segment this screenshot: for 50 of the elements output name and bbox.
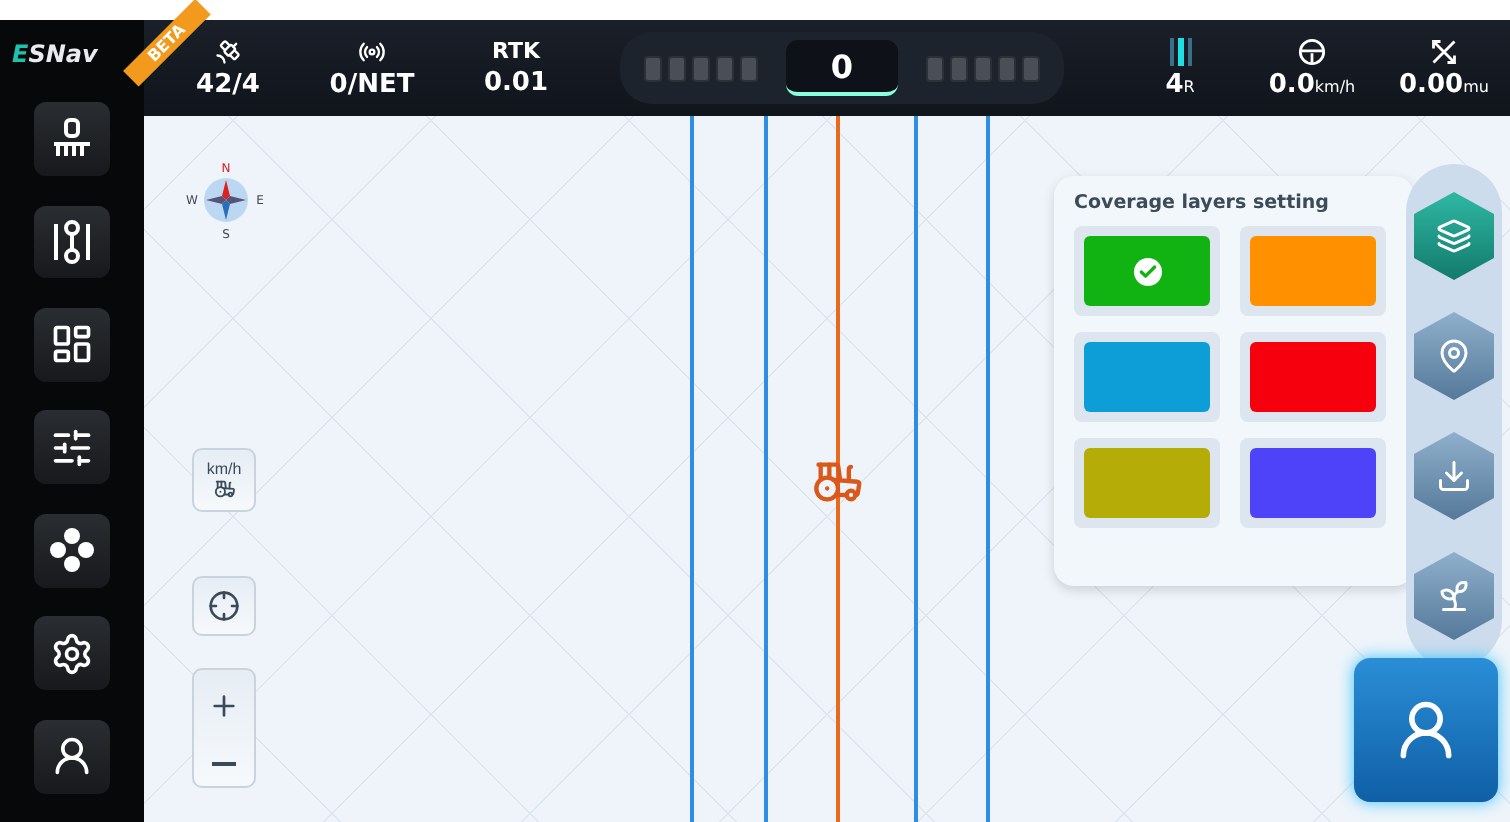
panel-layout-icon [50, 322, 94, 367]
led-indicator [668, 55, 686, 81]
sliders-icon [50, 425, 94, 470]
sidebar-button[interactable] [34, 307, 110, 382]
minus-icon [212, 762, 236, 766]
status-label: RTK [491, 38, 540, 64]
led-indicator [950, 55, 968, 81]
zoom-in-button[interactable] [208, 690, 240, 722]
tool-button[interactable] [1414, 552, 1494, 640]
sidebar-button[interactable] [34, 205, 110, 279]
led-indicator [644, 55, 662, 81]
antenna-icon [358, 37, 386, 65]
download-icon [1436, 458, 1472, 494]
led-indicator [1022, 55, 1040, 81]
plus-icon [208, 690, 240, 722]
sprout-icon [1436, 578, 1472, 614]
sidebar-button[interactable] [34, 410, 110, 485]
sidebar-button[interactable] [34, 616, 110, 691]
reading-value: 0.0km/h [1268, 69, 1356, 99]
led-indicator [926, 55, 944, 81]
satellite-icon [214, 37, 242, 65]
status-value: 0.01 [483, 68, 549, 98]
led-indicator [740, 55, 758, 81]
status-value: 0/NET [329, 69, 415, 99]
led-indicator [974, 55, 992, 81]
led-indicator [692, 55, 710, 81]
offset-value: 0 [786, 40, 898, 96]
ab-line-icon [48, 217, 96, 266]
person-icon [50, 734, 94, 779]
map-pin-icon [1436, 338, 1472, 374]
led-indicator [716, 55, 734, 81]
reading-value: 0.00mu [1399, 69, 1489, 99]
speed-button[interactable]: km/h [192, 448, 256, 512]
locate-icon [208, 590, 240, 622]
tractor-icon [213, 478, 235, 500]
panel-title: Coverage layers setting [1074, 192, 1331, 214]
check-icon [1133, 257, 1161, 285]
sidebar-button[interactable] [34, 719, 110, 794]
sidebar-button[interactable] [34, 102, 110, 177]
app-logo: ESNav [10, 38, 100, 72]
led-indicator [998, 55, 1016, 81]
sidebar-button[interactable] [34, 513, 110, 588]
signal-bar-icon [1168, 37, 1192, 65]
reading-value: 4R [1165, 69, 1195, 99]
steering-wheel-icon [1298, 37, 1326, 65]
layers-icon [1436, 218, 1472, 254]
settings-icon [50, 631, 94, 676]
driver-mode-button[interactable] [1354, 658, 1498, 802]
locate-button[interactable] [192, 576, 256, 636]
diagonal-arrows-icon [1430, 37, 1458, 65]
